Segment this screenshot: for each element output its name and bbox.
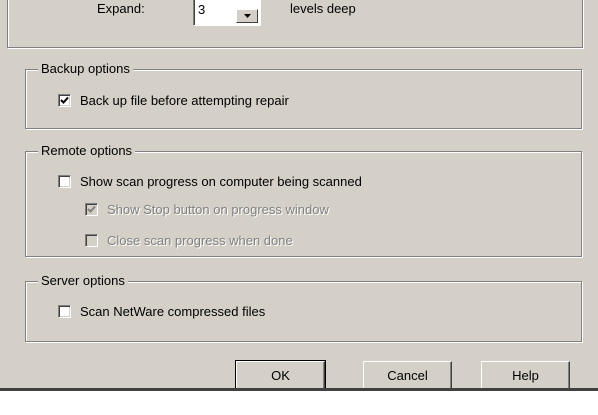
spin-down-button[interactable] (236, 9, 258, 23)
help-button[interactable]: Help (481, 361, 570, 388)
expand-levels-value[interactable]: 3 (198, 3, 205, 17)
check-icon (87, 205, 96, 213)
show-stop-button-label: Show Stop button on progress window (107, 201, 329, 217)
show-scan-progress-option[interactable]: Show scan progress on computer being sca… (58, 172, 362, 190)
backup-file-option[interactable]: Back up file before attempting repair (58, 91, 289, 109)
expand-suffix-label: levels deep (290, 1, 356, 16)
close-scan-progress-checkbox[interactable] (85, 233, 98, 247)
scan-depth-group: Expand: 3 levels deep (7, 0, 583, 48)
server-options-group: Server options Scan NetWare compressed f… (25, 273, 582, 342)
backup-options-title: Backup options (38, 61, 133, 77)
remote-options-title: Remote options (38, 143, 136, 159)
remote-options-group: Remote options Show scan progress on com… (25, 143, 582, 257)
scan-netware-label: Scan NetWare compressed files (80, 303, 266, 319)
backup-file-label: Back up file before attempting repair (80, 92, 289, 108)
close-scan-progress-option[interactable]: Close scan progress when done (85, 231, 293, 249)
server-options-title: Server options (38, 273, 128, 289)
scan-netware-option[interactable]: Scan NetWare compressed files (58, 302, 265, 320)
panel-bottom-edge (0, 388, 598, 391)
backup-options-group: Backup options Back up file before attem… (25, 61, 582, 129)
options-panel: Expand: 3 levels deep Backup options Bac… (0, 0, 598, 388)
show-stop-button-checkbox[interactable] (85, 202, 98, 216)
expand-levels-spinner[interactable]: 3 (193, 0, 261, 26)
check-icon (60, 96, 69, 104)
show-scan-progress-label: Show scan progress on computer being sca… (80, 173, 362, 189)
show-stop-button-option[interactable]: Show Stop button on progress window (85, 200, 329, 218)
ok-button[interactable]: OK (235, 360, 326, 388)
expand-label: Expand: (97, 1, 145, 16)
backup-file-checkbox[interactable] (58, 93, 71, 107)
spin-down-arrow-icon (243, 14, 251, 18)
close-scan-progress-label: Close scan progress when done (107, 232, 293, 248)
cancel-button[interactable]: Cancel (363, 361, 452, 388)
show-scan-progress-checkbox[interactable] (58, 174, 71, 188)
scan-netware-checkbox[interactable] (58, 304, 71, 318)
